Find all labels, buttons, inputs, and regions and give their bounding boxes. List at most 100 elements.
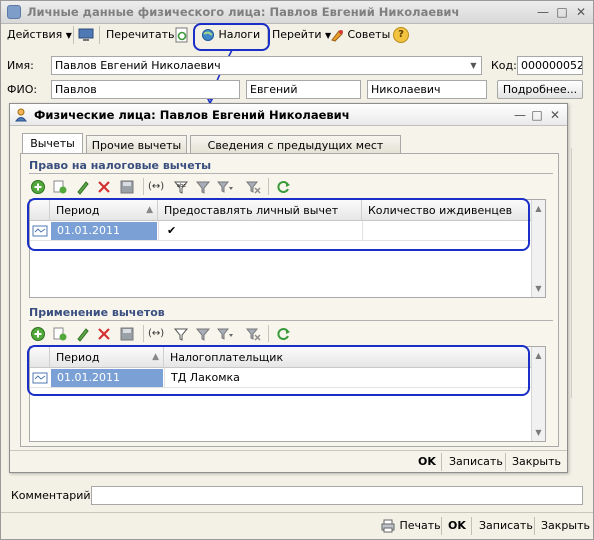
toolbar-separator [505,453,506,471]
print-button[interactable]: Печать [380,516,441,536]
clear-filter-icon[interactable] [245,179,261,195]
last-name-value: Павлов [55,83,97,96]
outer-title-bar: Личные данные физического лица: Павлов Е… [1,1,593,24]
name-value: Павлов Евгений Николаевич [55,59,221,72]
clear-filter-icon[interactable] [245,326,261,342]
outer-scrollbar[interactable] [571,148,583,398]
comment-field[interactable] [91,486,583,505]
inner-close-button[interactable]: Закрыть [512,452,561,472]
save-disk-icon[interactable] [119,179,135,195]
name-field[interactable]: Павлов Евгений Николаевич [51,56,482,75]
choose-period-icon[interactable]: (↔) [148,325,164,342]
fio-label: ФИО: [7,83,38,96]
code-field[interactable]: 000000052 [517,56,583,75]
toolbar-separator [73,26,74,44]
toolbar-separator [143,325,144,342]
filter-active-icon[interactable] [195,179,211,195]
close-icon[interactable]: ✕ [547,107,563,123]
save-disk-icon[interactable] [119,326,135,342]
outer-save-button[interactable]: Записать [479,516,533,536]
scroll-down-icon[interactable]: ▼ [532,282,545,295]
go-label: Перейти [272,28,322,41]
go-menu[interactable]: Перейти ▼ [272,25,331,45]
choose-period-icon[interactable]: (↔) [148,178,164,195]
person-icon [15,108,27,122]
outer-window-title: Личные данные физического лица: Павлов Е… [27,5,460,19]
section-title-apply-deductions: Применение вычетов [29,306,165,319]
inner-ok-button[interactable]: OK [418,452,436,472]
maximize-icon[interactable]: □ [529,107,545,123]
toolbar-separator [143,178,144,195]
first-name-value: Евгений [250,83,298,96]
inner-window-title: Физические лица: Павлов Евгений Николаев… [34,108,350,122]
section1-toolbar: (↔) abc [30,178,330,196]
filter-active-icon[interactable] [195,326,211,342]
toolbar-separator [441,453,442,471]
edit-pencil-icon[interactable] [75,179,91,195]
filter-icon[interactable]: abc [173,179,189,195]
tips-button[interactable]: Советы [330,25,390,45]
taxes-highlight-annotation [193,23,270,51]
delete-icon[interactable] [96,326,112,342]
refresh-icon[interactable] [276,179,292,195]
outer-close-button[interactable]: Закрыть [541,516,590,536]
tips-label: Советы [347,28,391,41]
printer-icon [381,519,395,533]
help-icon[interactable]: ? [393,27,409,43]
filter-dropdown-icon[interactable] [217,326,233,342]
patronymic-value: Николаевич [371,83,441,96]
tips-icon [331,30,343,42]
details-button[interactable]: Подробнее... [497,80,583,99]
patronymic-field[interactable]: Николаевич [367,80,487,99]
toolbar-separator [99,26,100,44]
filter-icon[interactable] [173,326,189,342]
svg-text:abc: abc [177,183,186,189]
actions-menu[interactable]: Действия ▼ [7,25,72,45]
code-value: 000000052 [521,59,583,72]
name-dropdown-icon[interactable]: ▼ [466,58,481,73]
outer-ok-button[interactable]: OK [448,516,466,536]
refresh-document-icon[interactable] [174,27,190,43]
add-icon[interactable] [30,179,46,195]
table-scrollbar[interactable]: ▲ ▼ [531,347,545,441]
refresh-icon[interactable] [276,326,292,342]
section2-toolbar: (↔) [30,325,330,343]
person-icon [7,5,21,19]
print-label: Печать [399,519,441,532]
inner-title-bar: Физические лица: Павлов Евгений Николаев… [10,104,567,126]
maximize-icon[interactable]: □ [554,4,570,20]
scroll-up-icon[interactable]: ▲ [532,202,545,215]
table-scrollbar[interactable]: ▲ ▼ [531,200,545,297]
monitor-icon[interactable] [78,27,94,43]
scroll-up-icon[interactable]: ▲ [532,349,545,362]
minimize-icon[interactable]: — [535,4,551,20]
last-name-field[interactable]: Павлов [51,80,240,99]
table1-highlight-annotation [27,198,530,251]
scroll-down-icon[interactable]: ▼ [532,426,545,439]
toolbar-separator [268,325,269,342]
toolbar-separator [534,517,535,535]
reread-button[interactable]: Перечитать [106,25,174,45]
first-name-field[interactable]: Евгений [246,80,361,99]
code-label: Код: [491,59,517,72]
tab-other-deductions[interactable]: Прочие вычеты [86,135,187,155]
section-divider [29,173,553,174]
add-icon[interactable] [30,326,46,342]
close-icon[interactable]: ✕ [573,4,589,20]
toolbar-separator [441,517,442,535]
delete-icon[interactable] [96,179,112,195]
inner-bottom-divider [10,450,567,451]
comment-label: Комментарий: [11,489,95,502]
copy-icon[interactable] [52,326,68,342]
tab-deductions[interactable]: Вычеты [22,133,83,155]
filter-dropdown-icon[interactable] [217,179,233,195]
toolbar-separator [471,517,472,535]
outer-bottom-divider [1,512,593,513]
tab-previous-employment[interactable]: Сведения с предыдущих мест работы [190,135,401,171]
copy-icon[interactable] [52,179,68,195]
inner-save-button[interactable]: Записать [449,452,503,472]
actions-label: Действия [7,28,63,41]
edit-pencil-icon[interactable] [75,326,91,342]
minimize-icon[interactable]: — [512,107,528,123]
name-label: Имя: [7,59,34,72]
